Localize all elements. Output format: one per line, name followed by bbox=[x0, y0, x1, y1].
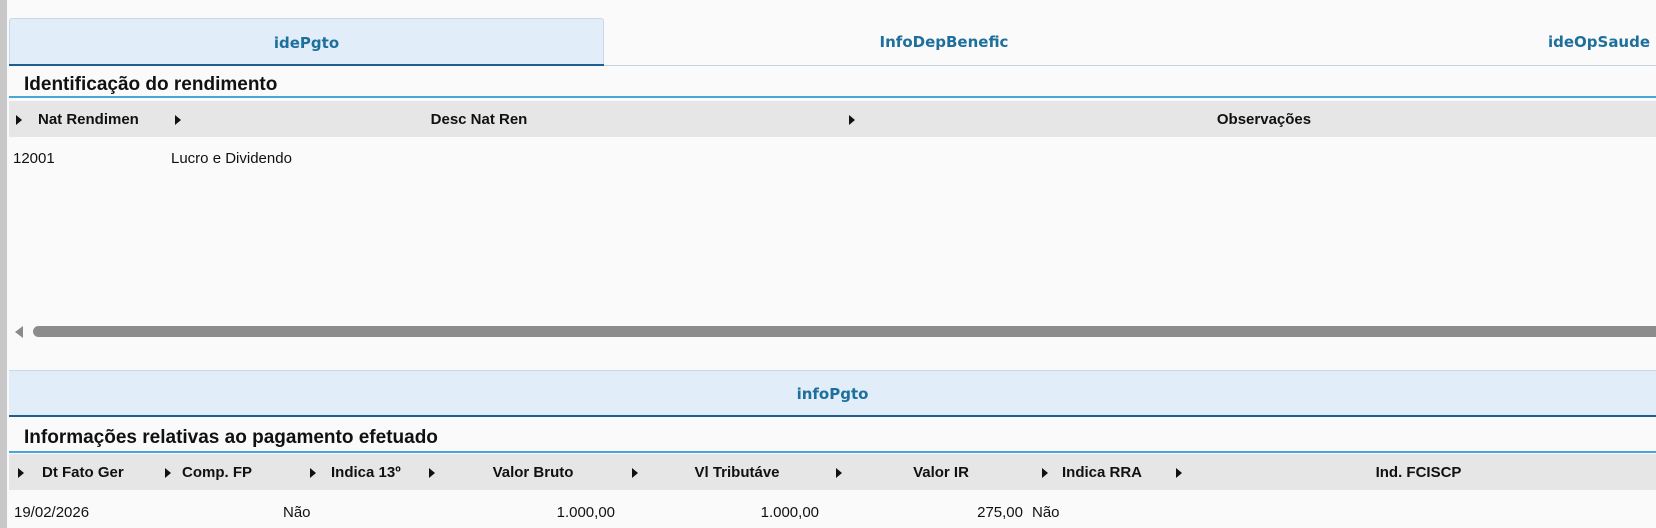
scroll-left-icon[interactable] bbox=[15, 326, 23, 338]
column-header-valor-ir[interactable]: Valor IR bbox=[836, 454, 1042, 490]
column-label: Valor Bruto bbox=[492, 463, 574, 481]
column-label: Valor IR bbox=[913, 463, 969, 481]
sort-arrow-icon[interactable] bbox=[18, 468, 24, 478]
active-tab-underline bbox=[9, 64, 604, 66]
grid-header-rendimento: Nat Rendimen Desc Nat Ren Observações bbox=[9, 101, 1656, 137]
column-header-vl-tributave[interactable]: Vl Tributáve bbox=[632, 454, 836, 490]
sort-arrow-icon[interactable] bbox=[1042, 468, 1048, 478]
column-header-nat-rendimen[interactable]: Nat Rendimen bbox=[9, 101, 159, 137]
column-label: Desc Nat Ren bbox=[430, 110, 528, 128]
cell-dt-fato-ger: 19/02/2026 bbox=[14, 504, 90, 521]
column-label: Observações bbox=[1216, 110, 1312, 128]
sort-arrow-icon[interactable] bbox=[310, 468, 316, 478]
column-header-desc-nat-ren[interactable]: Desc Nat Ren bbox=[159, 101, 849, 137]
cell-valor-ir: 275,00 bbox=[977, 504, 1023, 521]
tab-label: ideOpSaude bbox=[1547, 33, 1651, 51]
tab-label: InfoDepBenefic bbox=[879, 33, 1009, 51]
cell-desc-nat-ren: Lucro e Dividendo bbox=[171, 150, 292, 167]
cell-indica-13: Não bbox=[283, 504, 311, 521]
tab-infodepbenefic[interactable]: InfoDepBenefic bbox=[604, 18, 1284, 66]
cell-indica-rra: Não bbox=[1032, 504, 1060, 521]
column-label: Nat Rendimen bbox=[38, 110, 139, 128]
column-label: Vl Tributáve bbox=[694, 463, 780, 481]
cell-vl-tributave: 1.000,00 bbox=[760, 504, 819, 521]
tab-idepgto[interactable]: idePgto bbox=[9, 18, 604, 66]
section-title-informacoes: Informações relativas ao pagamento efetu… bbox=[24, 427, 438, 448]
column-label: Indica 13º bbox=[331, 463, 401, 481]
column-header-ind-fciscp[interactable]: Ind. FCISCP bbox=[1176, 454, 1656, 490]
section-rule bbox=[9, 96, 1656, 98]
tab-ideopsaude[interactable]: ideOpSaude bbox=[1439, 18, 1656, 66]
column-label: Dt Fato Ger bbox=[42, 463, 124, 481]
section-rule bbox=[9, 451, 1656, 453]
tab-bar: idePgto InfoDepBenefic ideOpSaude bbox=[9, 18, 1656, 66]
sort-arrow-icon[interactable] bbox=[165, 468, 171, 478]
cell-nat-rendimen: 12001 bbox=[13, 150, 55, 167]
column-label: Indica RRA bbox=[1062, 463, 1143, 481]
column-header-valor-bruto[interactable]: Valor Bruto bbox=[428, 454, 632, 490]
scrollbar-thumb[interactable] bbox=[33, 326, 1656, 337]
section-title-identificacao: Identificação do rendimento bbox=[24, 74, 278, 95]
horizontal-scrollbar[interactable] bbox=[9, 324, 1656, 338]
active-tab-underline bbox=[9, 415, 1656, 417]
column-header-comp-fp[interactable]: Comp. FP bbox=[162, 454, 310, 490]
sort-arrow-icon[interactable] bbox=[16, 115, 22, 125]
grid-header-pagamento: Dt Fato Ger Comp. FP Indica 13º Valor Br… bbox=[9, 454, 1656, 490]
column-header-indica-13[interactable]: Indica 13º bbox=[310, 454, 428, 490]
tab-label: infoPgto bbox=[796, 384, 869, 403]
column-header-dt-fato-ger[interactable]: Dt Fato Ger bbox=[9, 454, 162, 490]
column-label: Ind. FCISCP bbox=[1375, 463, 1462, 481]
tab-label: idePgto bbox=[273, 33, 340, 52]
column-header-observacoes[interactable]: Observações bbox=[849, 101, 1656, 137]
column-label: Comp. FP bbox=[182, 463, 252, 481]
cell-valor-bruto: 1.000,00 bbox=[556, 504, 615, 521]
tab-infopgto[interactable]: infoPgto bbox=[9, 370, 1656, 416]
column-header-indica-rra[interactable]: Indica RRA bbox=[1042, 454, 1176, 490]
window-left-border bbox=[0, 0, 7, 528]
